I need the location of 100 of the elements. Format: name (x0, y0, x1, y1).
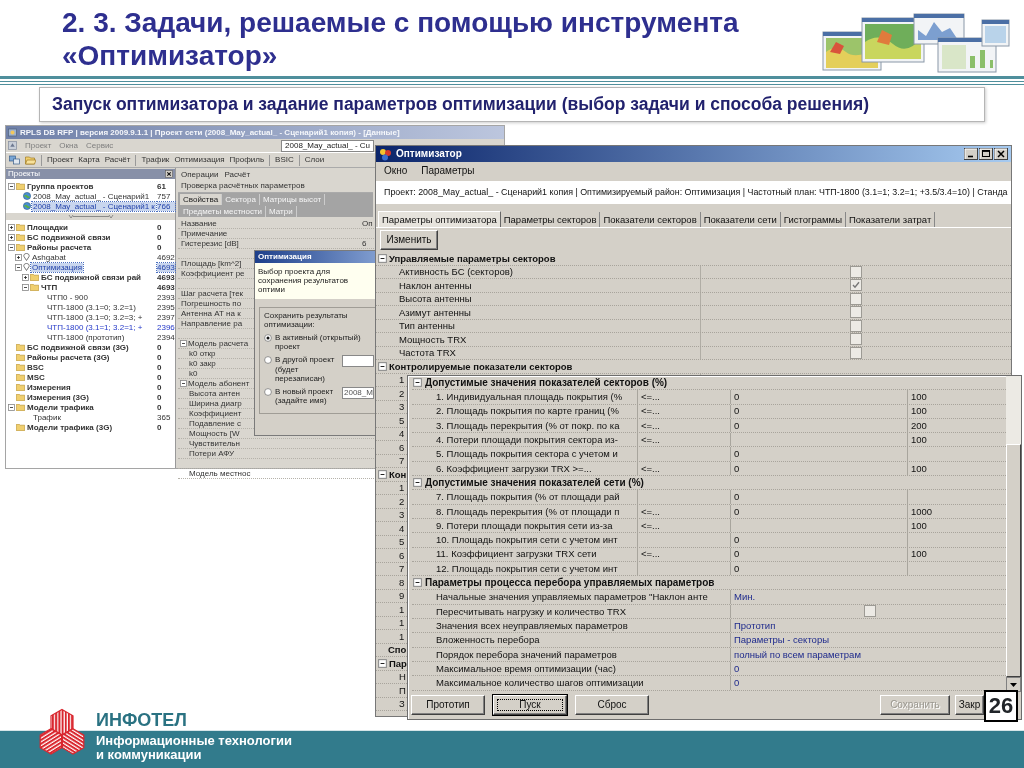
toolbar-item[interactable]: Слои (304, 156, 325, 164)
tree-item[interactable]: Районы расчета (3G) (26, 352, 111, 362)
checkbox[interactable] (850, 279, 862, 292)
splitter-handle[interactable] (67, 214, 114, 219)
toolbar-item[interactable]: Профиль (229, 156, 265, 164)
tree-item[interactable]: Измерения (3G) (26, 392, 90, 402)
max-value[interactable]: 100 (911, 392, 927, 402)
collapse-icon[interactable] (378, 469, 387, 479)
collapse-icon[interactable] (8, 182, 15, 190)
option-label[interactable]: В другой проект (будет перезаписан) (275, 355, 339, 383)
tree-item[interactable]: ЧТП-1800 (3.1=0; 3.2=1) (46, 302, 137, 312)
project-name-field[interactable]: 2008_M (342, 386, 374, 399)
tree-item[interactable]: Измерения (26, 382, 72, 392)
tab[interactable]: Параметры секторов (500, 211, 601, 227)
collapse-icon[interactable] (413, 578, 422, 588)
parameter-value[interactable]: 0 (734, 678, 740, 688)
condition-value[interactable]: <=... (641, 549, 660, 559)
action-button[interactable]: Закр (955, 694, 984, 715)
tree-item[interactable]: ЧТП-1800 (прототип) (46, 332, 126, 342)
max-value[interactable]: 100 (911, 406, 927, 416)
tab[interactable]: Параметры оптимизатора (378, 210, 501, 227)
radio-button[interactable] (264, 387, 272, 396)
min-value[interactable]: 0 (734, 563, 740, 574)
parameter-value[interactable]: 0 (734, 663, 740, 674)
toolbar-item[interactable]: BSIC (275, 156, 294, 164)
collapse-icon[interactable] (8, 243, 15, 251)
condition-value[interactable]: <=... (641, 420, 660, 431)
expand-icon[interactable] (22, 273, 29, 281)
action-button[interactable]: Прототип (411, 694, 485, 715)
condition-value[interactable]: <=... (641, 435, 660, 445)
tree-item[interactable]: Площадки (26, 222, 69, 232)
checkbox[interactable] (850, 306, 862, 319)
tree-item[interactable]: ЧТП0 - 900 (46, 292, 89, 302)
max-value[interactable]: 100 (911, 435, 927, 445)
menu-item[interactable]: Окно (384, 165, 408, 176)
close-button[interactable] (994, 148, 1008, 160)
toolbar-item[interactable]: Оптимизация (174, 156, 225, 164)
min-value[interactable]: 0 (734, 463, 740, 474)
scrollbar-thumb[interactable] (1006, 444, 1021, 677)
tree-item[interactable]: Ashgabat (31, 252, 67, 262)
tree-item[interactable]: Районы расчета (26, 242, 93, 252)
tab[interactable]: Гистограммы (780, 211, 846, 227)
tree-item[interactable]: ЧТП-1800 (3.1=0; 3.2=3; + (46, 312, 144, 322)
toolbar-button[interactable]: Расчёт (224, 170, 251, 179)
maximize-button[interactable] (979, 148, 993, 160)
scrollbar[interactable] (1006, 376, 1021, 692)
tab[interactable]: Показатели секторов (600, 211, 701, 227)
project-field[interactable] (342, 355, 374, 368)
collapse-icon[interactable] (378, 658, 387, 668)
min-value[interactable]: 0 (734, 406, 740, 416)
parameter-value[interactable]: Прототип (734, 620, 776, 631)
tree-item[interactable]: MSC (26, 372, 46, 382)
tree-item[interactable]: Группа проектов (26, 181, 95, 191)
checkbox[interactable] (850, 319, 862, 332)
tree-item[interactable]: ЧТП (40, 282, 59, 292)
tree-item[interactable]: БС подвижной связи (26, 232, 112, 242)
action-button[interactable]: Пуск (493, 694, 567, 715)
parameter-value[interactable]: Мин. (734, 592, 756, 602)
max-value[interactable]: 100 (911, 520, 927, 531)
radio-button[interactable] (264, 333, 272, 342)
tree-item[interactable]: Модели трафика (26, 402, 95, 412)
toolbar-item[interactable]: Расчёт (104, 156, 131, 164)
action-button[interactable]: Сброс (575, 694, 649, 715)
toolbar-button[interactable]: Проверка расчётных параметров (181, 181, 305, 190)
max-value[interactable]: 100 (911, 549, 927, 559)
checkbox[interactable] (864, 605, 876, 618)
tree-item[interactable]: БС подвижной связи рай (40, 272, 142, 282)
collapse-icon[interactable] (8, 403, 15, 411)
condition-value[interactable]: <=... (641, 392, 660, 402)
condition-value[interactable]: <=... (641, 520, 660, 531)
max-value[interactable]: 200 (911, 420, 927, 431)
condition-value[interactable]: <=... (641, 406, 660, 416)
tree-item[interactable]: 2008_May_actual_ - Сценарий1 к (32, 201, 156, 211)
parameter-value[interactable]: Параметры - секторы (734, 635, 830, 645)
tab[interactable]: Показатели затрат (846, 211, 936, 227)
stacked-windows-icon[interactable] (9, 155, 20, 165)
collapse-icon[interactable] (15, 263, 22, 271)
tree-item[interactable]: Оптимизация (31, 262, 84, 272)
collapse-icon[interactable] (413, 478, 422, 488)
checkbox[interactable] (850, 333, 862, 346)
max-value[interactable]: 1000 (911, 506, 933, 517)
checkbox[interactable] (850, 265, 862, 278)
collapse-icon[interactable] (413, 378, 422, 388)
min-value[interactable]: 0 (734, 492, 740, 502)
toolbar-item[interactable]: Карта (78, 156, 100, 164)
expand-icon[interactable] (15, 253, 22, 261)
toolbar-button[interactable]: Операции (181, 170, 219, 179)
checkbox[interactable] (850, 346, 862, 359)
collapse-icon[interactable] (378, 361, 387, 371)
min-value[interactable]: 0 (734, 535, 740, 545)
tree-item[interactable]: ЧТП-1800 (3.1=1; 3.2=1; + (46, 322, 144, 332)
condition-value[interactable]: <=... (641, 506, 660, 517)
expand-icon[interactable] (8, 223, 15, 231)
min-value[interactable]: 0 (734, 506, 740, 517)
expand-icon[interactable] (8, 233, 15, 241)
tree-item[interactable]: Модели трафика (3G) (26, 422, 114, 432)
min-value[interactable]: 0 (734, 392, 740, 402)
layer-dropdown[interactable]: 2008_May_actual_ - Cu (281, 139, 374, 152)
tree-item[interactable]: BSC (26, 362, 45, 372)
tree-item[interactable]: Трафик (32, 412, 62, 422)
